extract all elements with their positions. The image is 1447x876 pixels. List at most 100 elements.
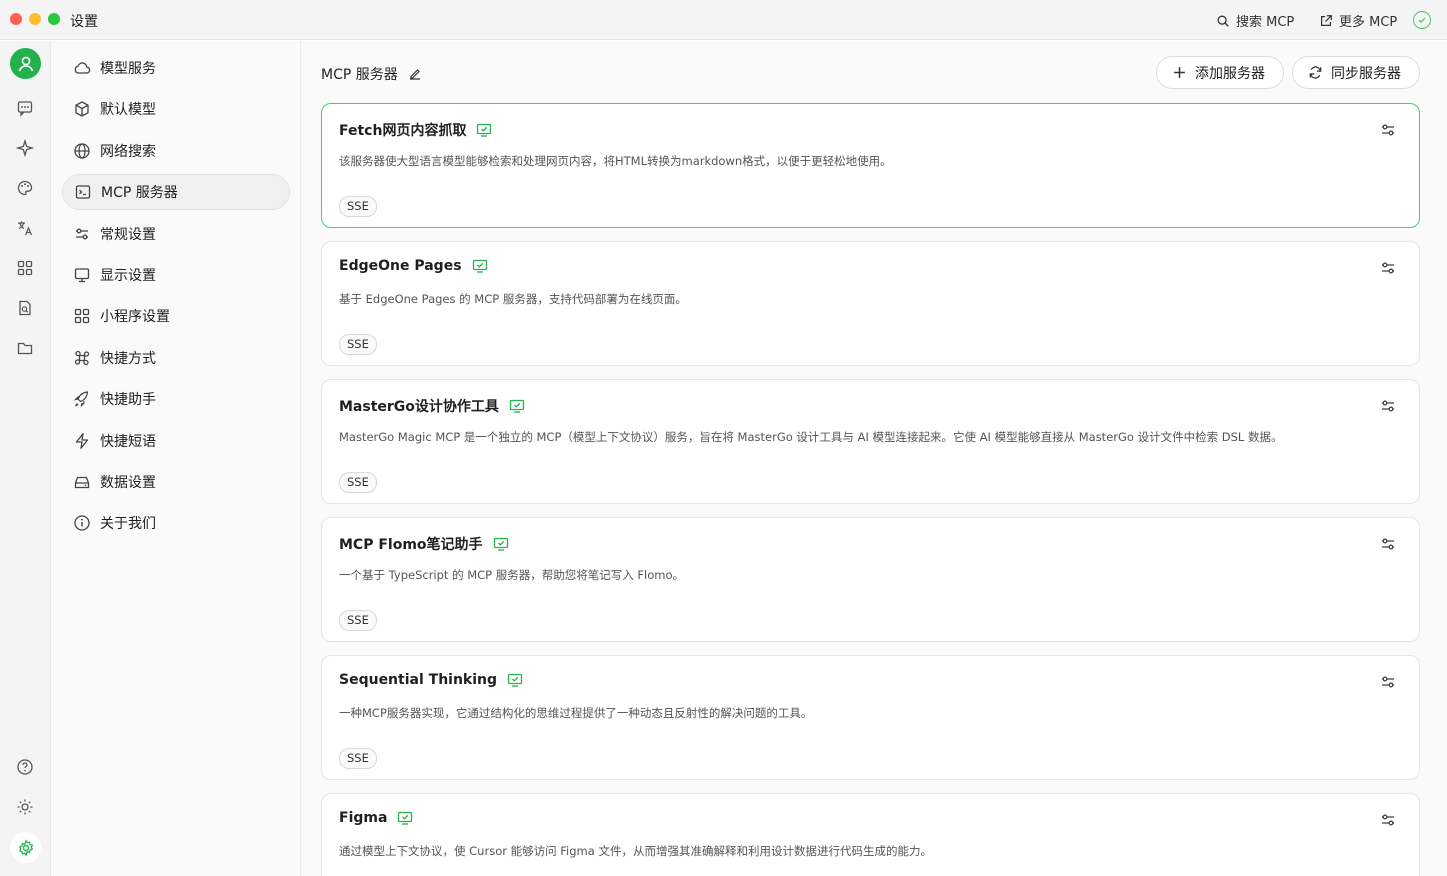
info-icon bbox=[74, 515, 90, 531]
nav-item-about[interactable]: 关于我们 bbox=[62, 505, 290, 541]
server-name: Figma bbox=[339, 810, 388, 826]
monitor-check-icon bbox=[509, 399, 525, 413]
cube-icon bbox=[75, 101, 89, 117]
server-settings-icon[interactable] bbox=[1379, 811, 1397, 829]
maximize-window-button[interactable] bbox=[48, 13, 60, 25]
search-mcp-label: 搜索 MCP bbox=[1236, 15, 1295, 30]
palette-icon[interactable] bbox=[15, 178, 35, 198]
nav-item-label: 数据设置 bbox=[100, 475, 156, 491]
server-card[interactable]: Sequential Thinking 一种MCP服务器实现，它通过结构化的思维… bbox=[321, 655, 1420, 780]
translate-icon[interactable] bbox=[15, 218, 35, 238]
nav-item-quick-assistant[interactable]: 快捷助手 bbox=[62, 381, 290, 417]
external-link-icon bbox=[1321, 14, 1332, 26]
settings-window: 设置 搜索 MCP 更多 MCP 模型服务 默认模型 网络搜索 MCP 服务器 … bbox=[0, 0, 1447, 876]
command-icon bbox=[74, 350, 90, 366]
nav-item-label: MCP 服务器 bbox=[101, 185, 178, 201]
nav-item-mcp-server[interactable]: MCP 服务器 bbox=[62, 174, 290, 210]
server-description: 一种MCP服务器实现，它通过结构化的思维过程提供了一种动态且反射性的解决问题的工… bbox=[339, 706, 813, 720]
server-description: 一个基于 TypeScript 的 MCP 服务器，帮助您将笔记写入 Flomo… bbox=[339, 568, 685, 582]
plus-icon bbox=[1174, 67, 1185, 78]
transport-badge: SSE bbox=[339, 334, 377, 355]
server-name: MCP Flomo笔记助手 bbox=[339, 537, 483, 553]
nav-item-miniapp-settings[interactable]: 小程序设置 bbox=[62, 298, 290, 334]
server-name: EdgeOne Pages bbox=[339, 258, 462, 274]
nav-item-label: 显示设置 bbox=[100, 268, 156, 284]
sliders-icon bbox=[76, 228, 88, 240]
server-title: Fetch网页内容抓取 bbox=[339, 120, 492, 140]
nav-item-label: 快捷方式 bbox=[100, 351, 156, 367]
server-name: Fetch网页内容抓取 bbox=[339, 123, 467, 139]
file-search-icon[interactable] bbox=[15, 298, 35, 318]
status-check-icon[interactable] bbox=[1413, 11, 1431, 29]
server-card[interactable]: Figma 通过模型上下文协议，使 Cursor 能够访问 Figma 文件，从… bbox=[321, 793, 1420, 876]
grid-icon bbox=[74, 308, 90, 324]
add-server-label: 添加服务器 bbox=[1195, 65, 1265, 82]
edit-icon[interactable] bbox=[408, 67, 422, 81]
nav-item-general-settings[interactable]: 常规设置 bbox=[62, 216, 290, 252]
nav-item-label: 常规设置 bbox=[100, 227, 156, 243]
nav-item-shortcuts[interactable]: 快捷方式 bbox=[62, 340, 290, 376]
terminal-icon bbox=[75, 185, 91, 199]
server-settings-icon[interactable] bbox=[1379, 397, 1397, 415]
page-title: MCP 服务器 bbox=[321, 64, 422, 84]
transport-badge: SSE bbox=[339, 472, 377, 493]
chat-icon[interactable] bbox=[15, 98, 35, 118]
nav-item-default-model[interactable]: 默认模型 bbox=[62, 91, 290, 127]
more-mcp-label: 更多 MCP bbox=[1339, 15, 1398, 30]
server-description: 通过模型上下文协议，使 Cursor 能够访问 Figma 文件，从而增强其准确… bbox=[339, 844, 932, 858]
apps-icon[interactable] bbox=[15, 258, 35, 278]
server-card[interactable]: MCP Flomo笔记助手 一个基于 TypeScript 的 MCP 服务器，… bbox=[321, 517, 1420, 642]
folder-icon[interactable] bbox=[15, 338, 35, 358]
minimize-window-button[interactable] bbox=[29, 13, 41, 25]
settings-nav: 模型服务 默认模型 网络搜索 MCP 服务器 常规设置 显示设置 小程序设置 快… bbox=[51, 41, 301, 876]
transport-badge: SSE bbox=[339, 748, 377, 769]
server-settings-icon[interactable] bbox=[1379, 673, 1397, 691]
server-card[interactable]: Fetch网页内容抓取 该服务器使大型语言模型能够检索和处理网页内容，将HTML… bbox=[321, 103, 1420, 228]
nav-item-label: 小程序设置 bbox=[100, 309, 170, 325]
search-icon bbox=[1217, 15, 1229, 27]
nav-item-quick-phrases[interactable]: 快捷短语 bbox=[62, 423, 290, 459]
rocket-icon bbox=[73, 391, 89, 408]
more-mcp-button[interactable]: 更多 MCP bbox=[1319, 11, 1397, 30]
search-mcp-button[interactable]: 搜索 MCP bbox=[1216, 11, 1294, 30]
main-content: MCP 服务器 添加服务器 同步服务器 Fetch网页内容抓取 该服务器使大型语… bbox=[301, 41, 1447, 876]
close-window-button[interactable] bbox=[10, 13, 22, 25]
help-icon[interactable] bbox=[15, 757, 35, 777]
icon-rail bbox=[0, 41, 51, 876]
sun-icon[interactable] bbox=[15, 797, 35, 817]
title-bar: 设置 搜索 MCP 更多 MCP bbox=[0, 0, 1447, 40]
sync-servers-button[interactable]: 同步服务器 bbox=[1292, 56, 1420, 89]
drive-icon bbox=[74, 476, 90, 489]
monitor-icon bbox=[74, 268, 90, 283]
server-card[interactable]: EdgeOne Pages 基于 EdgeOne Pages 的 MCP 服务器… bbox=[321, 241, 1420, 366]
page-title-text: MCP 服务器 bbox=[321, 67, 398, 83]
nav-item-data-settings[interactable]: 数据设置 bbox=[62, 464, 290, 500]
transport-badge: SSE bbox=[339, 196, 377, 217]
server-title: MasterGo设计协作工具 bbox=[339, 396, 525, 416]
server-title: Figma bbox=[339, 810, 413, 826]
nav-item-web-search[interactable]: 网络搜索 bbox=[62, 133, 290, 169]
cloud-icon bbox=[74, 62, 91, 74]
server-title: Sequential Thinking bbox=[339, 672, 523, 688]
server-description: MasterGo Magic MCP 是一个独立的 MCP（模型上下文协议）服务… bbox=[339, 430, 1283, 444]
avatar[interactable] bbox=[10, 48, 41, 79]
nav-item-label: 关于我们 bbox=[100, 516, 156, 532]
window-title: 设置 bbox=[70, 14, 98, 30]
avatar-icon bbox=[18, 56, 33, 71]
settings-icon[interactable] bbox=[10, 832, 41, 863]
server-description: 基于 EdgeOne Pages 的 MCP 服务器，支持代码部署为在线页面。 bbox=[339, 292, 687, 306]
refresh-icon bbox=[1309, 66, 1322, 79]
server-settings-icon[interactable] bbox=[1379, 259, 1397, 277]
add-server-button[interactable]: 添加服务器 bbox=[1156, 56, 1284, 89]
nav-item-model-service[interactable]: 模型服务 bbox=[62, 50, 290, 86]
server-title: MCP Flomo笔记助手 bbox=[339, 534, 509, 554]
nav-item-label: 默认模型 bbox=[100, 102, 156, 118]
nav-item-display-settings[interactable]: 显示设置 bbox=[62, 257, 290, 293]
server-settings-icon[interactable] bbox=[1379, 121, 1397, 139]
server-name: MasterGo设计协作工具 bbox=[339, 399, 499, 415]
server-settings-icon[interactable] bbox=[1379, 535, 1397, 553]
monitor-check-icon bbox=[493, 537, 508, 551]
sparkle-icon[interactable] bbox=[15, 138, 35, 158]
nav-item-label: 快捷助手 bbox=[100, 392, 156, 408]
server-card[interactable]: MasterGo设计协作工具 MasterGo Magic MCP 是一个独立的… bbox=[321, 379, 1420, 504]
